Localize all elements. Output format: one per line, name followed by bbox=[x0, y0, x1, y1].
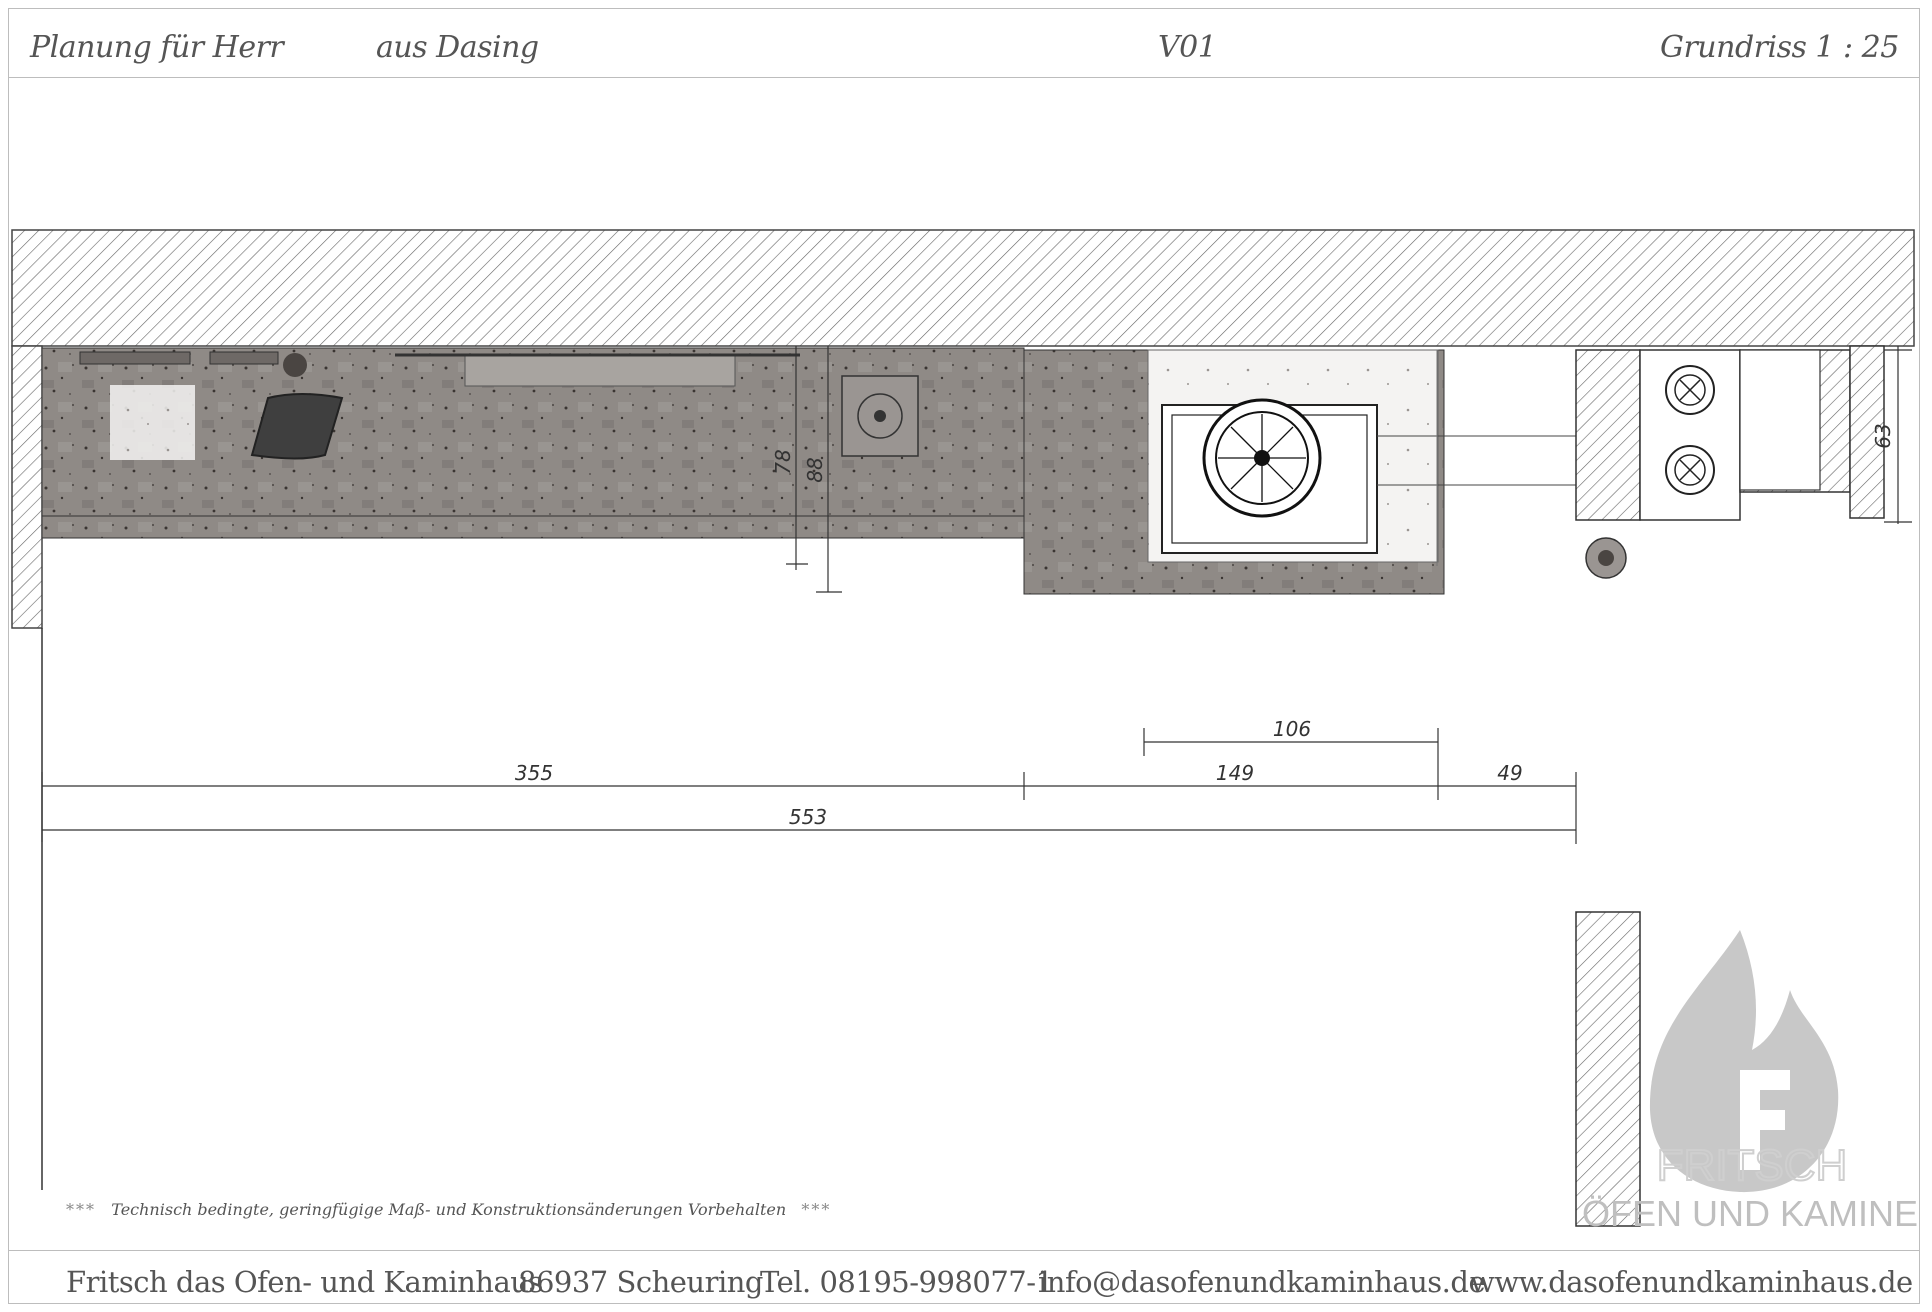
dimension-63-label: 63 bbox=[1871, 423, 1895, 448]
plant-icon bbox=[283, 353, 307, 377]
dimension-78-label: 78 bbox=[771, 449, 795, 474]
footer-email-link[interactable]: info@dasofenundkaminhaus.de bbox=[1038, 1265, 1486, 1299]
dimension-88-label: 88 bbox=[803, 457, 827, 482]
bench-shelf bbox=[464, 355, 736, 387]
footer-phone: Tel. 08195-998077-1 bbox=[760, 1265, 1054, 1299]
dimension-106-label: 106 bbox=[1273, 717, 1311, 741]
disclaimer-stars-left: *** bbox=[66, 1200, 96, 1219]
dimension-355-label: 355 bbox=[515, 761, 553, 785]
wall-lower-column bbox=[1575, 911, 1641, 1227]
wall-top bbox=[11, 229, 1915, 347]
stove-center-icon bbox=[1254, 450, 1270, 466]
small-stool-center bbox=[1598, 550, 1614, 566]
wall-left bbox=[11, 345, 43, 629]
footer-address: 86937 Scheuring bbox=[518, 1265, 763, 1299]
bench-item-1 bbox=[79, 351, 191, 365]
dimension-49-label: 49 bbox=[1497, 761, 1522, 785]
disclaimer-note: *** Technisch bedingte, geringfügige Maß… bbox=[66, 1200, 831, 1219]
chimney-column bbox=[1575, 349, 1641, 521]
title-block-footer: Fritsch das Ofen- und Kaminhaus 86937 Sc… bbox=[8, 1250, 1920, 1304]
disclaimer-text: Technisch bedingte, geringfügige Maß- un… bbox=[111, 1200, 787, 1219]
lamp-center-icon bbox=[874, 410, 886, 422]
logo-wordmark-line1: FRITSCH bbox=[1657, 1141, 1848, 1190]
bench-item-2 bbox=[209, 351, 279, 365]
floor-plan-drawing: 355 553 106 149 49 63 78 88 FRITSCH ÖFEN… bbox=[11, 229, 1918, 1234]
dimension-553-label: 553 bbox=[789, 805, 827, 829]
footer-website-link[interactable]: www.dasofenundkaminhaus.de bbox=[1470, 1265, 1913, 1299]
logo-wordmark-line2: ÖFEN UND KAMINE bbox=[1582, 1193, 1918, 1234]
niche-opening bbox=[1739, 349, 1821, 491]
bench-light-patch bbox=[110, 385, 195, 460]
footer-company: Fritsch das Ofen- und Kaminhaus bbox=[66, 1265, 543, 1299]
disclaimer-stars-right: *** bbox=[801, 1200, 832, 1219]
dimension-149-label: 149 bbox=[1216, 761, 1254, 785]
